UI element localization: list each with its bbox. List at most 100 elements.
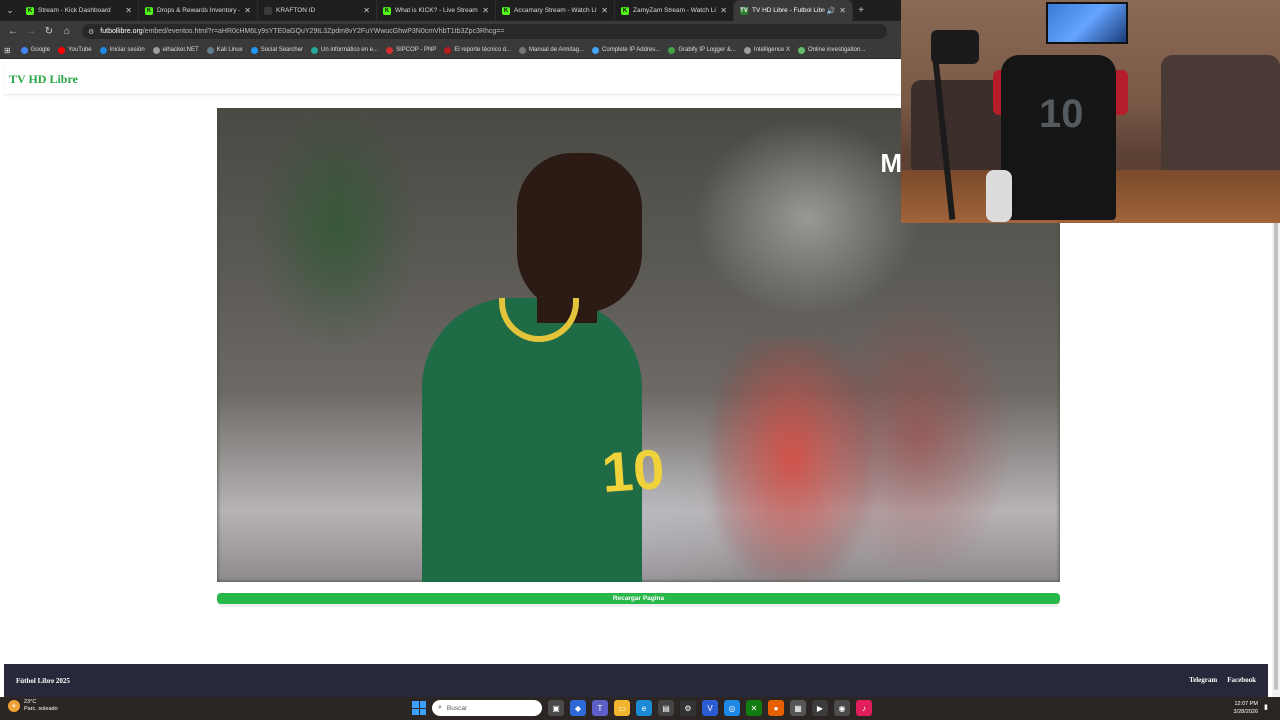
site-title[interactable]: TV HD Libre <box>9 72 78 87</box>
webcam-room-tv <box>1046 2 1128 44</box>
taskbar-apps: ▣ ◆ T ▭ e ▤ ⚙ V ◎ ✕ ● ▦ ▶ ◉ ♪ <box>548 700 872 716</box>
windows-taskbar: ☀ 23°C Parc. soleado ⌕ Buscar ▣ ◆ T ▭ e … <box>0 697 1280 720</box>
weather-condition: Parc. soleado <box>24 706 58 712</box>
clock-time: 12:07 PM <box>1234 701 1258 707</box>
close-icon[interactable]: ✕ <box>363 6 370 15</box>
weather-widget[interactable]: ☀ 23°C Parc. soleado <box>8 699 58 713</box>
footer-link-telegram[interactable]: Telegram <box>1189 676 1217 684</box>
webcam-overlay: 10 <box>901 0 1280 223</box>
reporte-icon <box>444 46 452 54</box>
bookmark-armitage[interactable]: Manual de Armitag... <box>519 46 584 54</box>
visual-studio-icon[interactable]: V <box>702 700 718 716</box>
jersey-number: 10 <box>599 436 667 505</box>
kick-favicon-icon: K <box>26 6 34 15</box>
close-icon[interactable]: ✕ <box>601 6 608 15</box>
bookmark-social-searcher[interactable]: Social Searcher <box>250 46 303 54</box>
store-icon[interactable]: ▤ <box>658 700 674 716</box>
footer-links: Telegram Facebook <box>1189 676 1256 684</box>
media-player-icon[interactable]: ▶ <box>812 700 828 716</box>
bookmark-informatico[interactable]: Un informático en e... <box>311 46 378 54</box>
weather-temp: 23°C <box>24 699 37 705</box>
krafton-favicon-icon <box>264 6 272 15</box>
windows-start-icon[interactable] <box>412 701 426 715</box>
bookmark-grabify[interactable]: Grabify IP Logger &... <box>668 46 736 54</box>
sipcop-icon <box>386 46 394 54</box>
bookmark-online-investigation[interactable]: Online investigation... <box>797 46 865 54</box>
address-bar[interactable]: ⚙ futbollibre.org /embed/eventos.html?r=… <box>82 24 887 39</box>
armitage-icon <box>519 46 527 54</box>
bookmark-elhacker[interactable]: elhacker.NET <box>152 46 199 54</box>
bookmark-iniciar-sesion[interactable]: Iniciar sesión <box>99 46 145 54</box>
new-tab-icon[interactable]: + <box>853 5 869 16</box>
bookmark-google[interactable]: Google <box>20 46 50 54</box>
firefox-icon[interactable]: ● <box>768 700 784 716</box>
tab-tv-hd-libre[interactable]: TV TV HD Libre - Futbol Libre 🔊 ✕ <box>734 0 853 21</box>
url-path: /embed/eventos.html?r=aHR0cHM6Ly9sYTE0aG… <box>142 28 505 35</box>
webcam-shirt-number: 10 <box>1039 92 1084 136</box>
tab-krafton-id[interactable]: KRAFTON ID ✕ <box>258 0 377 21</box>
xbox-icon[interactable]: ✕ <box>746 700 762 716</box>
tab-kick-dashboard[interactable]: K Stream - Kick Dashboard ✕ <box>20 0 139 21</box>
social-searcher-icon <box>250 46 258 54</box>
close-icon[interactable]: ✕ <box>244 6 251 15</box>
chrome-icon[interactable]: ◎ <box>724 700 740 716</box>
broadcaster-logo-icon: M <box>880 148 902 178</box>
tab-title: ZamyZam Stream - Watch Live <box>633 7 717 14</box>
reload-icon[interactable]: ↻ <box>40 23 58 41</box>
search-placeholder: Buscar <box>446 704 468 712</box>
informatico-icon <box>311 46 319 54</box>
notepad-icon[interactable]: ▦ <box>790 700 806 716</box>
reload-page-button[interactable]: Recargar Pagina <box>217 593 1060 604</box>
footer-link-facebook[interactable]: Facebook <box>1227 676 1256 684</box>
kali-icon <box>206 46 214 54</box>
google-icon <box>20 46 28 54</box>
close-icon[interactable]: ✕ <box>482 6 489 15</box>
apps-grid-icon[interactable]: ⊞ <box>4 46 11 55</box>
file-explorer-icon[interactable]: ▭ <box>614 700 630 716</box>
notification-bell-icon[interactable]: ▮ <box>1264 703 1272 712</box>
kick-favicon-icon: K <box>145 6 153 15</box>
tab-what-is-kick[interactable]: K What is KICK? - Live Stream & ✕ <box>377 0 496 21</box>
obs-icon[interactable]: ◉ <box>834 700 850 716</box>
tab-search-icon[interactable]: ⌄ <box>0 0 20 21</box>
speaker-icon[interactable]: 🔊 <box>827 7 836 15</box>
kick-favicon-icon: K <box>383 6 391 15</box>
copilot-icon[interactable]: ◆ <box>570 700 586 716</box>
home-icon[interactable]: ⌂ <box>58 23 76 41</box>
tab-accamary-stream[interactable]: K Accamary Stream - Watch Live ✕ <box>496 0 615 21</box>
teams-icon[interactable]: T <box>592 700 608 716</box>
edge-icon[interactable]: e <box>636 700 652 716</box>
bookmark-intelligence-x[interactable]: Intelligence X <box>743 46 790 54</box>
close-icon[interactable]: ✕ <box>839 6 846 15</box>
close-icon[interactable]: ✕ <box>720 6 727 15</box>
tab-title: What is KICK? - Live Stream & <box>395 7 479 14</box>
webcam-bottle <box>986 170 1012 222</box>
bookmark-complete-ip[interactable]: Complete IP Addres... <box>592 46 660 54</box>
back-icon[interactable]: ← <box>4 23 22 41</box>
system-clock[interactable]: 12:07 PM 3/28/2026 <box>1234 700 1258 716</box>
scrollbar-thumb[interactable] <box>1274 220 1278 690</box>
elhacker-icon <box>152 46 160 54</box>
tab-zamyzam-stream[interactable]: K ZamyZam Stream - Watch Live ✕ <box>615 0 734 21</box>
tab-title: KRAFTON ID <box>276 7 316 14</box>
intelligence-x-icon <box>743 46 751 54</box>
close-icon[interactable]: ✕ <box>125 6 132 15</box>
site-info-icon[interactable]: ⚙ <box>88 28 94 36</box>
taskbar-search-input[interactable]: ⌕ Buscar <box>432 700 542 716</box>
tiktok-icon[interactable]: ♪ <box>856 700 872 716</box>
tv-favicon-icon: TV <box>740 6 748 15</box>
webcam-shirt <box>1001 55 1116 220</box>
microphone-icon <box>931 30 979 64</box>
settings-gear-icon[interactable]: ⚙ <box>680 700 696 716</box>
tab-drops-rewards[interactable]: K Drops & Rewards Inventory - K ✕ <box>139 0 258 21</box>
bookmark-reporte-tecnico[interactable]: El reporte técnico d... <box>444 46 511 54</box>
tab-title: Stream - Kick Dashboard <box>38 7 111 14</box>
bookmark-kali-linux[interactable]: Kali Linux <box>206 46 243 54</box>
task-view-icon[interactable]: ▣ <box>548 700 564 716</box>
bookmark-sipcop[interactable]: SIPCOP - PNP <box>386 46 436 54</box>
tab-title: Accamary Stream - Watch Live <box>514 7 598 14</box>
investigation-icon <box>797 46 805 54</box>
bookmark-youtube[interactable]: YouTube <box>58 46 92 54</box>
forward-icon[interactable]: → <box>22 23 40 41</box>
video-crowd <box>712 338 872 578</box>
